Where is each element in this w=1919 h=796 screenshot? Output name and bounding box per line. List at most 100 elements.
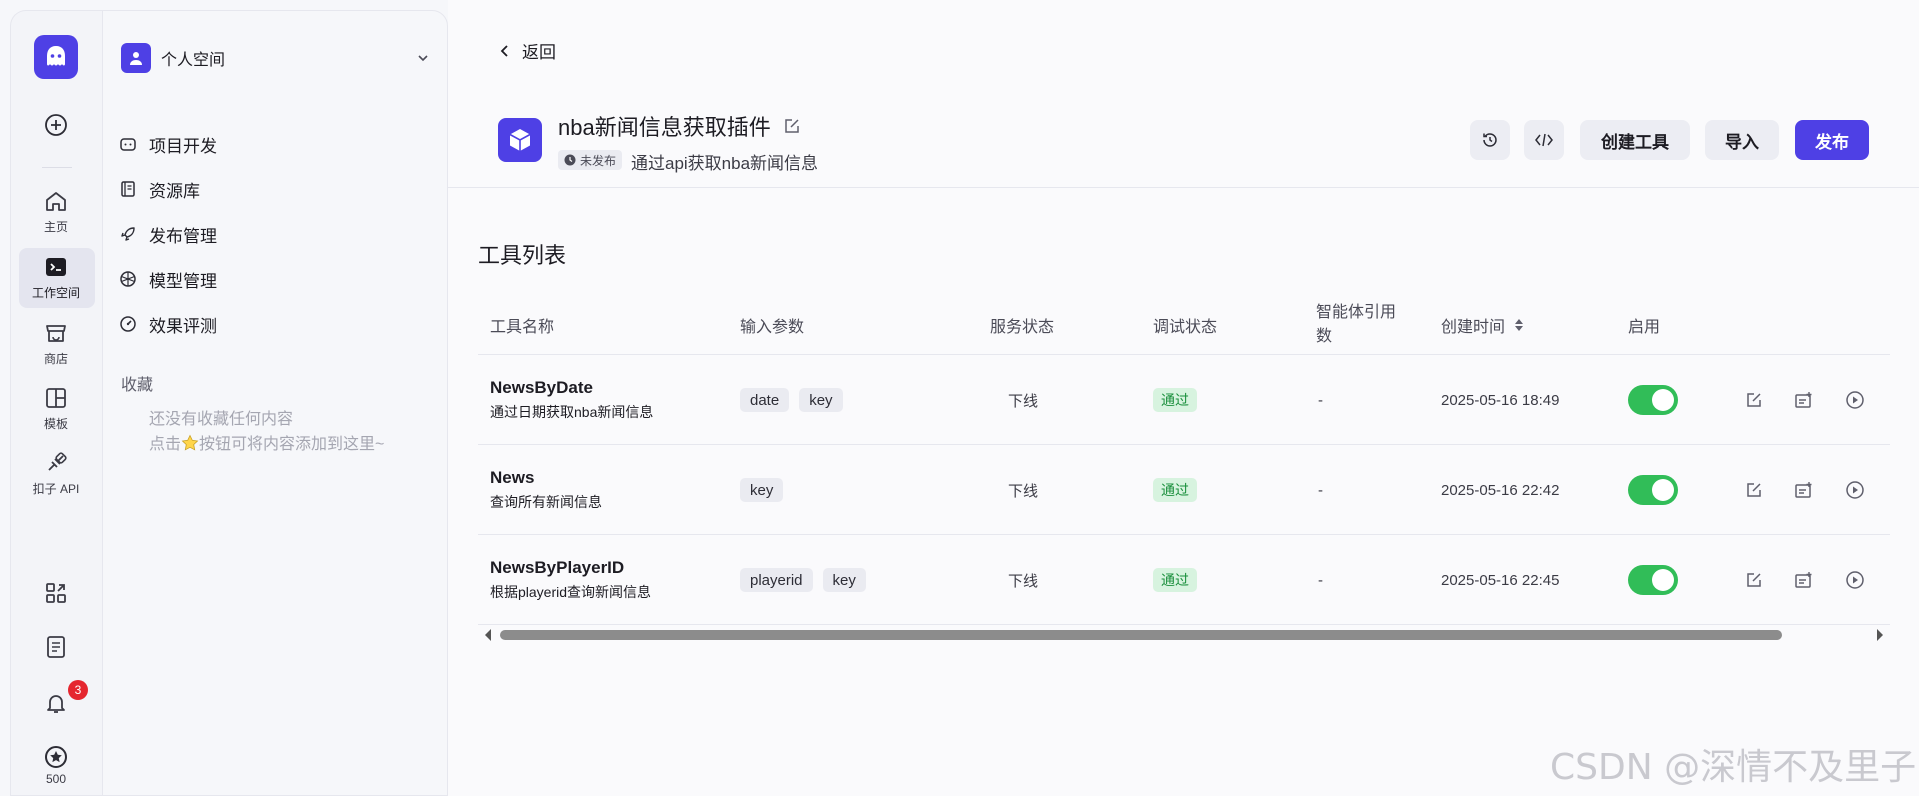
edit-icon	[1747, 573, 1761, 587]
rail-item-workspace[interactable]: 工作空间	[10, 254, 102, 301]
robot-icon	[120, 138, 136, 151]
terminal-icon	[46, 258, 66, 276]
service-status: 下线	[1008, 392, 1039, 410]
import-button[interactable]: 导入	[1705, 120, 1779, 160]
rail-item-api[interactable]: 扣子 API	[10, 450, 102, 497]
run-tool-button[interactable]	[1844, 569, 1866, 591]
edit-icon[interactable]	[783, 117, 801, 135]
param-chip: key	[740, 478, 784, 502]
rail-item-store[interactable]: 商店	[10, 320, 102, 367]
cube-icon	[509, 129, 531, 151]
copy-tool-button[interactable]	[1793, 389, 1815, 411]
rail-label-api: 扣子 API	[32, 482, 80, 496]
copy-tool-button[interactable]	[1793, 479, 1815, 501]
debug-cell: 通过	[1153, 445, 1197, 535]
enable-toggle[interactable]	[1628, 385, 1678, 415]
plugin-description: 通过api获取nba新闻信息	[631, 154, 819, 173]
run-tool-button[interactable]	[1844, 479, 1866, 501]
created-time: 2025-05-16 18:49	[1441, 391, 1560, 409]
history-button[interactable]	[1470, 120, 1510, 160]
debug-status-tag: 通过	[1153, 568, 1197, 592]
edit-icon	[1747, 483, 1761, 497]
favorites-empty-line2-b: 按钮可将内容添加到这里~	[199, 436, 385, 453]
sidebar-item-label: 项目开发	[149, 136, 217, 156]
refs-count: -	[1318, 391, 1323, 409]
service-status: 下线	[1008, 482, 1039, 500]
rail-apps-button[interactable]	[10, 580, 102, 606]
play-circle-icon	[1846, 571, 1864, 589]
tool-name-cell: News 查询所有新闻信息	[490, 445, 602, 535]
service-status: 下线	[1008, 572, 1039, 590]
plugin-name: nba新闻信息获取插件	[558, 115, 771, 140]
rail-label-templates: 模板	[43, 417, 68, 431]
params-cell: date key	[740, 355, 853, 445]
edit-tool-button[interactable]	[1743, 389, 1765, 411]
publish-button[interactable]: 发布	[1795, 120, 1869, 160]
tool-desc: 根据playerid查询新闻信息	[490, 584, 652, 600]
template-icon	[46, 388, 66, 408]
plugin-icon	[498, 118, 542, 162]
horizontal-scrollbar[interactable]	[478, 626, 1890, 642]
list-add-icon	[1795, 392, 1812, 408]
tool-desc: 通过日期获取nba新闻信息	[490, 404, 654, 420]
enable-cell	[1628, 445, 1678, 535]
back-button[interactable]: 返回	[498, 38, 556, 63]
code-button[interactable]	[1524, 120, 1564, 160]
edit-tool-button[interactable]	[1743, 569, 1765, 591]
rail-docs-button[interactable]	[10, 634, 102, 660]
sidebar-item-label: 效果评测	[149, 316, 217, 336]
edit-icon	[1747, 393, 1761, 407]
col-service: 服务状态	[990, 319, 1055, 336]
scrollbar-thumb[interactable]	[500, 630, 1782, 640]
list-add-icon	[1795, 482, 1812, 498]
create-tool-button[interactable]: 创建工具	[1580, 120, 1690, 160]
create-button[interactable]	[10, 112, 102, 138]
copy-tool-button[interactable]	[1793, 569, 1815, 591]
apps-grid-icon	[46, 583, 66, 603]
app-logo[interactable]	[34, 35, 78, 79]
run-tool-button[interactable]	[1844, 389, 1866, 411]
debug-cell: 通过	[1153, 535, 1197, 625]
sidebar-item-models[interactable]: 模型管理	[119, 264, 429, 294]
points-value: 500	[45, 772, 67, 786]
sidebar-item-evaluation[interactable]: 效果评测	[119, 309, 429, 339]
col-created-label: 创建时间	[1441, 319, 1506, 336]
rail-item-templates[interactable]: 模板	[10, 385, 102, 432]
enable-cell	[1628, 355, 1678, 445]
rail-notifications-button[interactable]	[10, 690, 102, 716]
scroll-left-icon[interactable]	[482, 628, 494, 642]
edit-tool-button[interactable]	[1743, 479, 1765, 501]
space-switcher[interactable]: 个人空间	[121, 43, 431, 73]
rail-item-home[interactable]: 主页	[10, 188, 102, 235]
favorites-title: 收藏	[121, 377, 154, 394]
plugin-title: nba新闻信息获取插件	[558, 110, 801, 142]
sidebar-item-library[interactable]: 资源库	[119, 174, 429, 204]
scroll-right-icon[interactable]	[1874, 628, 1886, 642]
status-text: 未发布	[580, 153, 617, 168]
star-icon	[181, 434, 199, 451]
debug-cell: 通过	[1153, 355, 1197, 445]
param-chip: key	[822, 568, 866, 592]
clock-icon	[564, 154, 576, 166]
col-created[interactable]: 创建时间	[1441, 295, 1525, 355]
sidebar-item-projects[interactable]: 项目开发	[119, 129, 429, 159]
param-chip: date	[740, 388, 790, 412]
debug-status-tag: 通过	[1153, 478, 1197, 502]
refs-count: -	[1318, 481, 1323, 499]
favorites-empty-line2-a: 点击	[149, 436, 182, 453]
sidebar-item-label: 发布管理	[149, 226, 217, 246]
col-refs: 智能体引用 数	[1316, 295, 1396, 355]
enable-toggle[interactable]	[1628, 565, 1678, 595]
tool-name: NewsByPlayerID	[490, 558, 625, 577]
created-time: 2025-05-16 22:45	[1441, 571, 1560, 589]
created-time: 2025-05-16 22:42	[1441, 481, 1560, 499]
rail-points-button[interactable]: 500	[10, 744, 102, 786]
sort-icon[interactable]	[1513, 316, 1525, 334]
status-badge: 未发布	[558, 150, 623, 170]
chevron-left-icon	[500, 44, 508, 57]
sidebar-item-publish[interactable]: 发布管理	[119, 219, 429, 249]
space-name: 个人空间	[161, 52, 226, 69]
plus-circle-icon	[45, 114, 67, 136]
table-row: NewsByPlayerID 根据playerid查询新闻信息 playerid…	[478, 535, 1890, 625]
enable-toggle[interactable]	[1628, 475, 1678, 505]
